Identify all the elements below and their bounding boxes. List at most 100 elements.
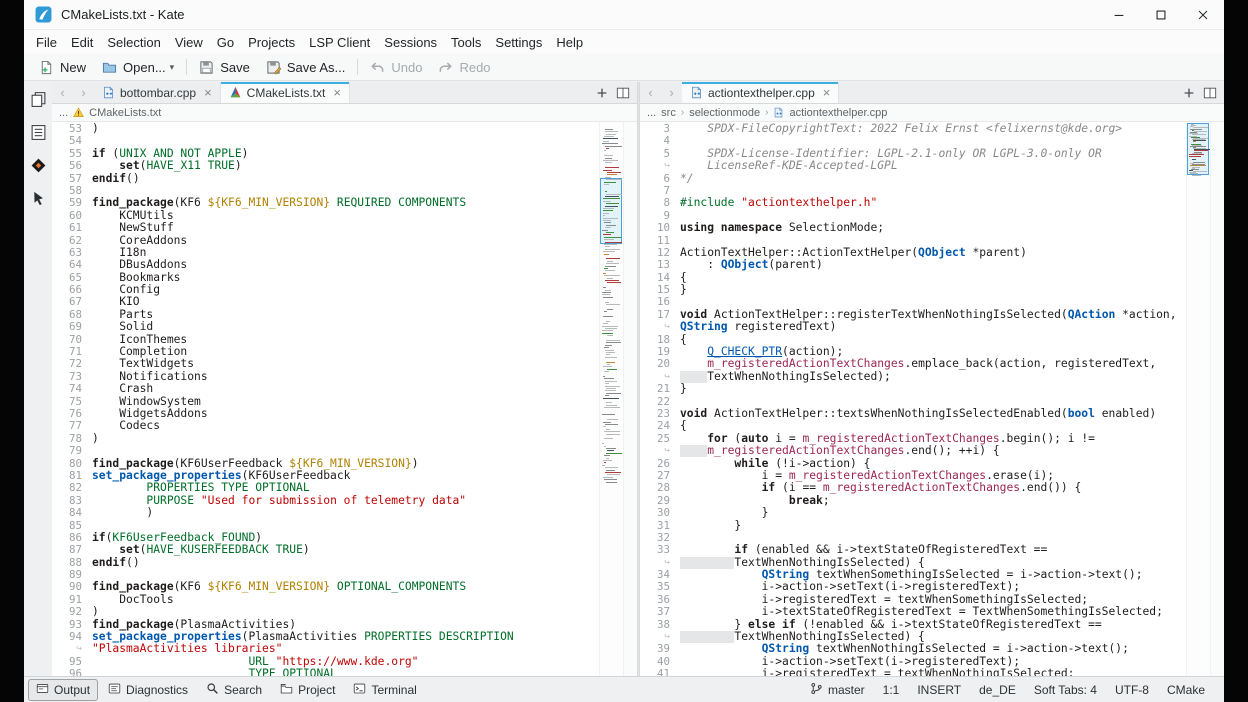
code-line[interactable]: 21} xyxy=(640,383,1186,395)
code-line[interactable]: 61 NewStuff xyxy=(52,222,599,234)
code-line[interactable]: 13 : QObject(parent) xyxy=(640,259,1186,271)
menu-go[interactable]: Go xyxy=(210,33,241,52)
code-line[interactable]: 91 DocTools xyxy=(52,594,599,606)
breadcrumb-item[interactable]: CMakeLists.txt xyxy=(89,107,161,119)
tab-close-icon[interactable]: × xyxy=(333,86,341,99)
code-line[interactable]: 18{ xyxy=(640,334,1186,346)
tab-close-icon[interactable]: × xyxy=(204,86,212,99)
code-line[interactable]: ↪"PlasmaActivities libraries" xyxy=(52,643,599,655)
code-line[interactable]: 5 SPDX-License-Identifier: LGPL-2.1-only… xyxy=(640,148,1186,160)
open-button[interactable]: Open... ▾ xyxy=(94,58,182,77)
code-line[interactable]: 56 set(HAVE_X11 TRUE) xyxy=(52,160,599,172)
statusbar-master[interactable]: master xyxy=(801,682,874,698)
code-line[interactable]: 88endif() xyxy=(52,557,599,569)
code-line[interactable]: 58 xyxy=(52,185,599,197)
code-line[interactable]: 93find_package(PlasmaActivities) xyxy=(52,619,599,631)
code-line[interactable]: 72 TextWidgets xyxy=(52,358,599,370)
file-list-icon[interactable] xyxy=(28,122,48,142)
menu-projects[interactable]: Projects xyxy=(241,33,302,52)
save-button[interactable]: Save xyxy=(191,58,258,77)
code-line[interactable]: 95 URL "https://www.kde.org" xyxy=(52,656,599,668)
code-line[interactable]: 40 i->action->setText(i->registeredText)… xyxy=(640,656,1186,668)
menu-lsp-client[interactable]: LSP Client xyxy=(302,33,377,52)
code-line[interactable]: 14{ xyxy=(640,272,1186,284)
breadcrumb-item[interactable]: selectionmode xyxy=(689,107,760,119)
new-tab-icon[interactable] xyxy=(595,86,609,100)
code-line[interactable]: 36 i->registeredText = textWhenSomething… xyxy=(640,594,1186,606)
code-line[interactable]: ↪ LicenseRef-KDE-Accepted-LGPL xyxy=(640,160,1186,172)
code-line[interactable]: 90find_package(KF6 ${KF6_MIN_VERSION} OP… xyxy=(52,581,599,593)
code-line[interactable]: 16 xyxy=(640,296,1186,308)
code-line[interactable]: 39 QString textWhenNothingIsSelected = i… xyxy=(640,643,1186,655)
code-line[interactable]: 67 KIO xyxy=(52,296,599,308)
code-line[interactable]: 6*/ xyxy=(640,173,1186,185)
code-line[interactable]: 92) xyxy=(52,606,599,618)
breadcrumb-overflow[interactable]: ... xyxy=(59,107,68,119)
code-line[interactable]: 57endif() xyxy=(52,173,599,185)
minimap-right[interactable] xyxy=(1186,122,1210,676)
code-line[interactable]: 63 I18n xyxy=(52,247,599,259)
git-diamond-icon[interactable] xyxy=(28,155,48,175)
code-line[interactable]: 8#include "actiontexthelper.h" xyxy=(640,197,1186,209)
code-line[interactable]: 53) xyxy=(52,123,599,135)
code-line[interactable]: 7 xyxy=(640,185,1186,197)
code-line[interactable]: 79 xyxy=(52,445,599,457)
menu-tools[interactable]: Tools xyxy=(444,33,488,52)
code-line[interactable]: 31 } xyxy=(640,520,1186,532)
code-line[interactable]: 17void ActionTextHelper::registerTextWhe… xyxy=(640,309,1186,321)
code-line[interactable]: 65 Bookmarks xyxy=(52,272,599,284)
code-line[interactable]: 34 QString textWhenSomethingIsSelected =… xyxy=(640,569,1186,581)
code-line[interactable]: 70 IconThemes xyxy=(52,334,599,346)
code-area-left[interactable]: 53)5455if (UNIX AND NOT APPLE)56 set(HAV… xyxy=(52,122,599,676)
code-line[interactable]: 55if (UNIX AND NOT APPLE) xyxy=(52,148,599,160)
minimap-left[interactable] xyxy=(599,122,623,676)
code-line[interactable]: 69 Solid xyxy=(52,321,599,333)
statusbar-1-1[interactable]: 1:1 xyxy=(874,683,909,697)
code-line[interactable]: 28 if (i == m_registeredActionTextChange… xyxy=(640,482,1186,494)
breadcrumb-item[interactable]: actiontexthelper.cpp xyxy=(789,107,887,119)
save-as-button[interactable]: Save As... xyxy=(258,58,354,77)
statusbar-utf-8[interactable]: UTF-8 xyxy=(1106,683,1158,697)
code-line[interactable]: 19 Q_CHECK_PTR(action); xyxy=(640,346,1186,358)
tabs-forward-icon[interactable]: › xyxy=(661,82,682,103)
code-line[interactable]: 27 i = m_registeredActionTextChanges.era… xyxy=(640,470,1186,482)
menu-help[interactable]: Help xyxy=(549,33,590,52)
statusbar-project-button[interactable]: Project xyxy=(272,679,343,701)
code-line[interactable]: 68 Parts xyxy=(52,309,599,321)
code-line[interactable]: 64 DBusAddons xyxy=(52,259,599,271)
menu-settings[interactable]: Settings xyxy=(488,33,549,52)
redo-button[interactable]: Redo xyxy=(430,58,498,77)
code-line[interactable]: 33 if (enabled && i->textStateOfRegister… xyxy=(640,544,1186,556)
tool-cursor-icon[interactable] xyxy=(28,188,48,208)
statusbar-soft-tabs-4[interactable]: Soft Tabs: 4 xyxy=(1025,683,1106,697)
code-line[interactable]: 22 xyxy=(640,396,1186,408)
code-line[interactable]: 29 break; xyxy=(640,495,1186,507)
menu-view[interactable]: View xyxy=(168,33,210,52)
code-line[interactable]: 23void ActionTextHelper::textsWhenNothin… xyxy=(640,408,1186,420)
code-line[interactable]: 62 CoreAddons xyxy=(52,235,599,247)
code-line[interactable]: 87 set(HAVE_KUSERFEEDBACK TRUE) xyxy=(52,544,599,556)
code-line[interactable]: 32 xyxy=(640,532,1186,544)
menu-edit[interactable]: Edit xyxy=(64,33,100,52)
statusbar-output-button[interactable]: Output xyxy=(28,679,98,701)
code-line[interactable]: 85 xyxy=(52,520,599,532)
code-line[interactable]: 11 xyxy=(640,235,1186,247)
code-line[interactable]: ↪ TextWhenNothingIsSelected); xyxy=(640,371,1186,383)
code-line[interactable]: 12ActionTextHelper::ActionTextHelper(QOb… xyxy=(640,247,1186,259)
statusbar-cmake[interactable]: CMake xyxy=(1158,683,1214,697)
statusbar-insert[interactable]: INSERT xyxy=(908,683,970,697)
code-line[interactable]: 9 xyxy=(640,210,1186,222)
code-line[interactable]: 89 xyxy=(52,569,599,581)
code-line[interactable]: 38 } else if (!enabled && i->textStateOf… xyxy=(640,619,1186,631)
code-line[interactable]: 59find_package(KF6 ${KF6_MIN_VERSION} RE… xyxy=(52,197,599,209)
tab-cmakelists-txt[interactable]: CMakeLists.txt× xyxy=(221,82,350,103)
code-line[interactable]: 60 KCMUtils xyxy=(52,210,599,222)
code-line[interactable]: 94set_package_properties(PlasmaActivitie… xyxy=(52,631,599,643)
minimize-button[interactable] xyxy=(1098,0,1140,29)
scrollbar-track-right[interactable] xyxy=(1210,122,1224,676)
code-line[interactable]: 86if(KF6UserFeedback_FOUND) xyxy=(52,532,599,544)
code-line[interactable]: ↪QString registeredText) xyxy=(640,321,1186,333)
maximize-button[interactable] xyxy=(1140,0,1182,29)
code-line[interactable]: 24{ xyxy=(640,420,1186,432)
code-line[interactable]: 77 Codecs xyxy=(52,420,599,432)
